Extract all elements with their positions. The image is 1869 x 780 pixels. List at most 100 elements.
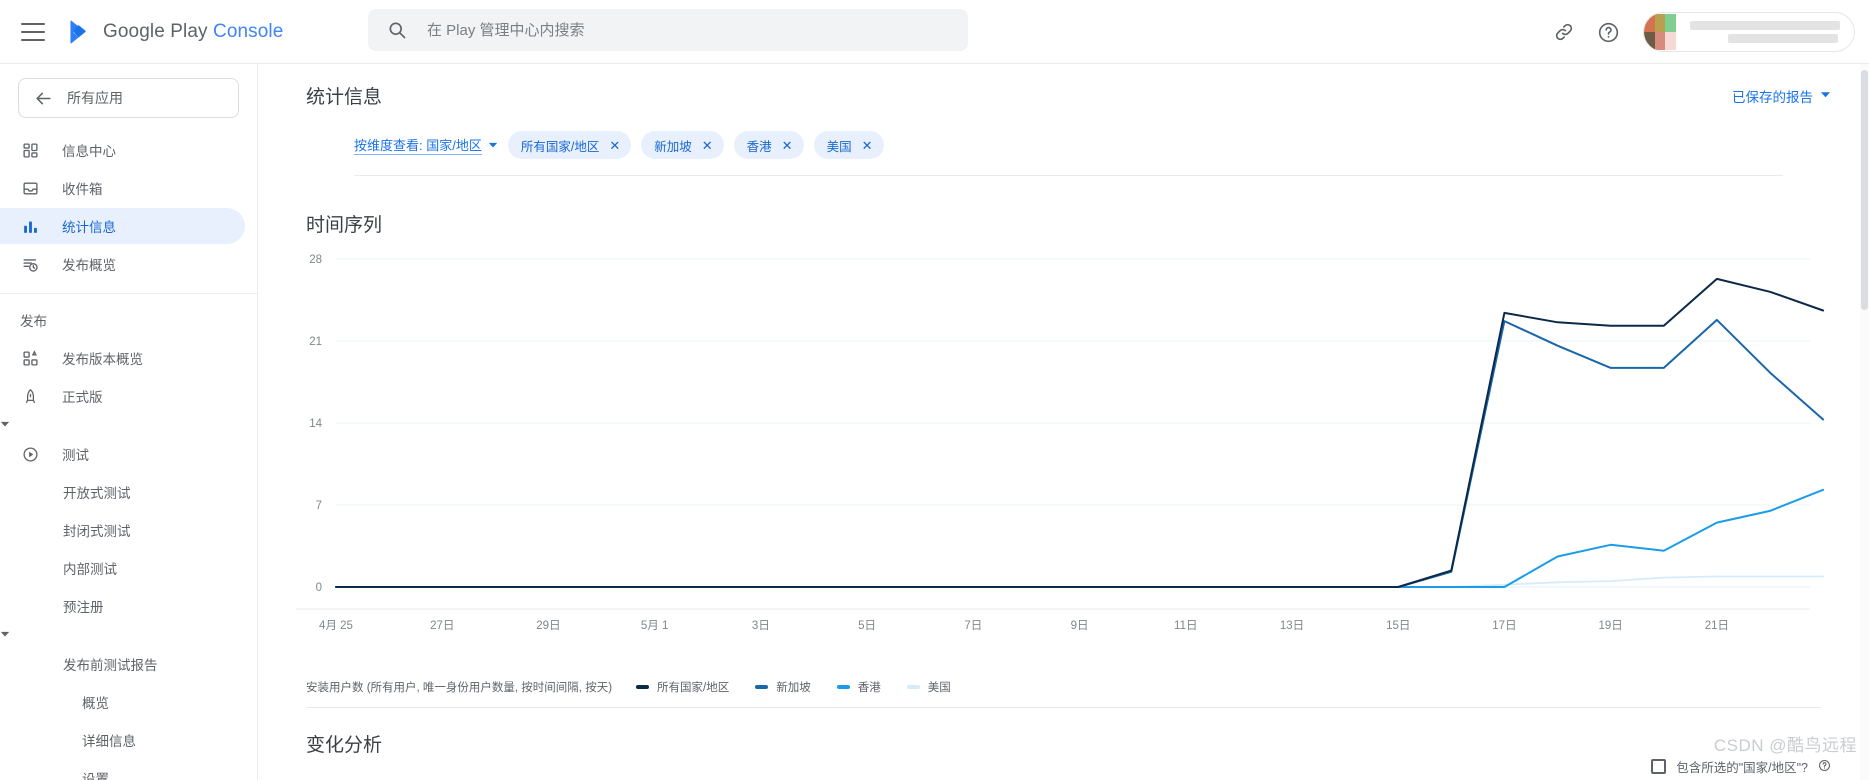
chevron-down-icon[interactable] [0, 626, 10, 643]
legend-entry-usa[interactable]: 美国 [906, 679, 951, 695]
dimension-selector-label: 按维度查看: 国家/地区 [354, 135, 482, 155]
y-axis-tick-label: 28 [309, 254, 322, 266]
sidebar-item-releases-overview[interactable]: 发布版本概览 [0, 340, 245, 376]
x-axis-tick-label: 7日 [964, 620, 982, 632]
arrow-left-icon [34, 89, 53, 108]
left-sidebar: 所有应用 信息中心 收件箱 统计信息 发布概览 发布 发布版本概览 正式版 测试… [0, 64, 258, 780]
chip-label: 美国 [826, 139, 852, 154]
legend-label: 新加坡 [776, 682, 811, 694]
link-icon[interactable] [1543, 11, 1585, 53]
sidebar-item-closed-testing[interactable]: 封闭式测试 [0, 512, 245, 548]
legend-entry-all-countries[interactable]: 所有国家/地区 [636, 679, 729, 695]
sidebar-item-testing[interactable]: 测试 [0, 436, 245, 472]
x-axis-tick-label: 15日 [1386, 620, 1410, 632]
testing-icon [20, 444, 40, 464]
include-countries-checkbox[interactable] [1651, 759, 1667, 774]
close-icon[interactable]: ✕ [782, 139, 793, 152]
chart-series-line[interactable] [335, 488, 1825, 588]
legend-metric-label: 安装用户数 (所有用户, 唯一身份用户数量, 按时间间隔, 按天) [306, 682, 613, 694]
sidebar-item-production[interactable]: 正式版 [0, 378, 245, 414]
filter-chip-hongkong[interactable]: 香港 ✕ [733, 131, 804, 159]
search-input[interactable] [425, 20, 925, 40]
sidebar-item-label: 统计信息 [62, 220, 116, 235]
global-search-bar[interactable] [368, 9, 968, 51]
x-axis-tick-label: 5日 [858, 620, 876, 632]
x-axis-tick-label: 13日 [1280, 620, 1304, 632]
x-axis-tick-label: 27日 [430, 620, 454, 632]
brand-logo-group[interactable]: Google Play Console [67, 19, 283, 45]
release-nav-group: 发布版本概览 正式版 测试 开放式测试 封闭式测试 内部测试 预注册 发布前测试… [0, 340, 257, 780]
brand-title-google-play: Google Play [103, 20, 213, 42]
sidebar-item-label: 发布版本概览 [62, 352, 143, 367]
sidebar-item-label: 信息中心 [62, 144, 116, 159]
legend-swatch [636, 685, 650, 689]
y-axis-tick-label: 21 [309, 336, 322, 348]
dimension-selector[interactable]: 按维度查看: 国家/地区 [354, 135, 498, 155]
filter-bar: 按维度查看: 国家/地区 所有国家/地区 ✕ 新加坡 ✕ 香港 ✕ 美国 ✕ [354, 109, 1783, 176]
x-axis-tick-label: 4月 25 [319, 620, 353, 632]
x-axis-tick-label: 5月 1 [641, 620, 669, 632]
chevron-down-icon [1820, 88, 1831, 103]
account-chip[interactable] [1643, 12, 1855, 52]
primary-nav-group: 信息中心 收件箱 统计信息 发布概览 [0, 118, 257, 282]
avatar [1644, 14, 1676, 50]
page-scrollbar[interactable] [1860, 64, 1869, 780]
timeseries-title: 时间序列 [306, 215, 383, 236]
page-title: 统计信息 [306, 87, 383, 108]
close-icon[interactable]: ✕ [702, 139, 713, 152]
x-axis-tick-label: 29日 [536, 620, 560, 632]
sidebar-item-label: 正式版 [62, 390, 103, 405]
sidebar-item-inbox[interactable]: 收件箱 [0, 170, 245, 206]
chart-series-line[interactable] [335, 277, 1825, 588]
legend-label: 所有国家/地区 [657, 682, 730, 694]
saved-reports-button[interactable]: 已保存的报告 [1732, 86, 1831, 106]
chip-label: 所有国家/地区 [520, 139, 600, 154]
sidebar-section-label-release: 发布 [20, 314, 47, 329]
hamburger-menu-icon[interactable] [21, 22, 45, 41]
filter-chip-usa[interactable]: 美国 ✕ [813, 131, 884, 159]
sidebar-item-internal-testing[interactable]: 内部测试 [0, 550, 245, 586]
filter-chip-all-countries[interactable]: 所有国家/地区 ✕ [507, 131, 632, 159]
legend-label: 美国 [927, 682, 951, 694]
chevron-down-icon[interactable] [0, 416, 10, 433]
timeseries-chart-svg[interactable]: 0 7 14 21 28 4月 25 27日 29日 5月 1 3日 5日 7日 9日 11日 13日 15日… [258, 247, 1828, 647]
filter-chip-singapore[interactable]: 新加坡 ✕ [641, 131, 724, 159]
sidebar-item-pre-launch-report[interactable]: 发布前测试报告 [0, 646, 245, 682]
brand-title: Google Play Console [103, 21, 283, 43]
include-selected-countries-row[interactable]: 包含所选的"国家/地区"? [1651, 757, 1831, 776]
sidebar-item-plr-settings[interactable]: 设置 [0, 760, 245, 780]
brand-title-console: Console [213, 20, 284, 42]
sidebar-item-label: 开放式测试 [63, 486, 131, 501]
legend-entry-singapore[interactable]: 新加坡 [755, 679, 811, 695]
x-axis-tick-label: 17日 [1492, 620, 1516, 632]
sidebar-item-dashboard[interactable]: 信息中心 [0, 132, 245, 168]
sidebar-item-open-testing[interactable]: 开放式测试 [0, 474, 245, 510]
help-circle-icon[interactable] [1818, 759, 1831, 775]
sidebar-item-plr-overview[interactable]: 概览 [0, 684, 245, 720]
sidebar-item-label: 发布前测试报告 [63, 658, 158, 673]
legend-entry-hongkong[interactable]: 香港 [836, 679, 881, 695]
main-content: 统计信息 已保存的报告 按维度查看: 国家/地区 所有国家/地区 ✕ 新加坡 ✕… [258, 64, 1869, 780]
page-header: 统计信息 已保存的报告 [258, 64, 1869, 109]
top-bar-actions [1543, 0, 1855, 64]
timeseries-chart[interactable]: 0 7 14 21 28 4月 25 27日 29日 5月 1 3日 5日 7日 9日 11日 13日 15日… [258, 247, 1869, 677]
all-apps-button[interactable]: 所有应用 [18, 78, 239, 118]
sidebar-item-label: 概览 [82, 696, 109, 711]
sidebar-item-publishing-overview[interactable]: 发布概览 [0, 246, 245, 282]
sidebar-item-plr-details[interactable]: 详细信息 [0, 722, 245, 758]
app-root: Google Play Console 在 Play 管理中心内搜索 所有应用 … [0, 0, 1869, 780]
account-name-redacted [1690, 21, 1840, 43]
sidebar-item-statistics[interactable]: 统计信息 [0, 208, 245, 244]
sidebar-item-pre-registration[interactable]: 预注册 [0, 588, 245, 624]
chart-series-line[interactable] [335, 575, 1824, 588]
chart-legend: 安装用户数 (所有用户, 唯一身份用户数量, 按时间间隔, 按天) 所有国家/地… [258, 679, 1869, 695]
legend-swatch [836, 685, 850, 689]
close-icon[interactable]: ✕ [609, 139, 620, 152]
inbox-icon [20, 178, 40, 198]
legend-swatch [906, 685, 920, 689]
dashboard-icon [20, 140, 40, 160]
close-icon[interactable]: ✕ [862, 139, 873, 152]
search-icon [387, 20, 407, 40]
scrollbar-thumb[interactable] [1861, 70, 1868, 310]
help-circle-icon[interactable] [1587, 11, 1629, 53]
